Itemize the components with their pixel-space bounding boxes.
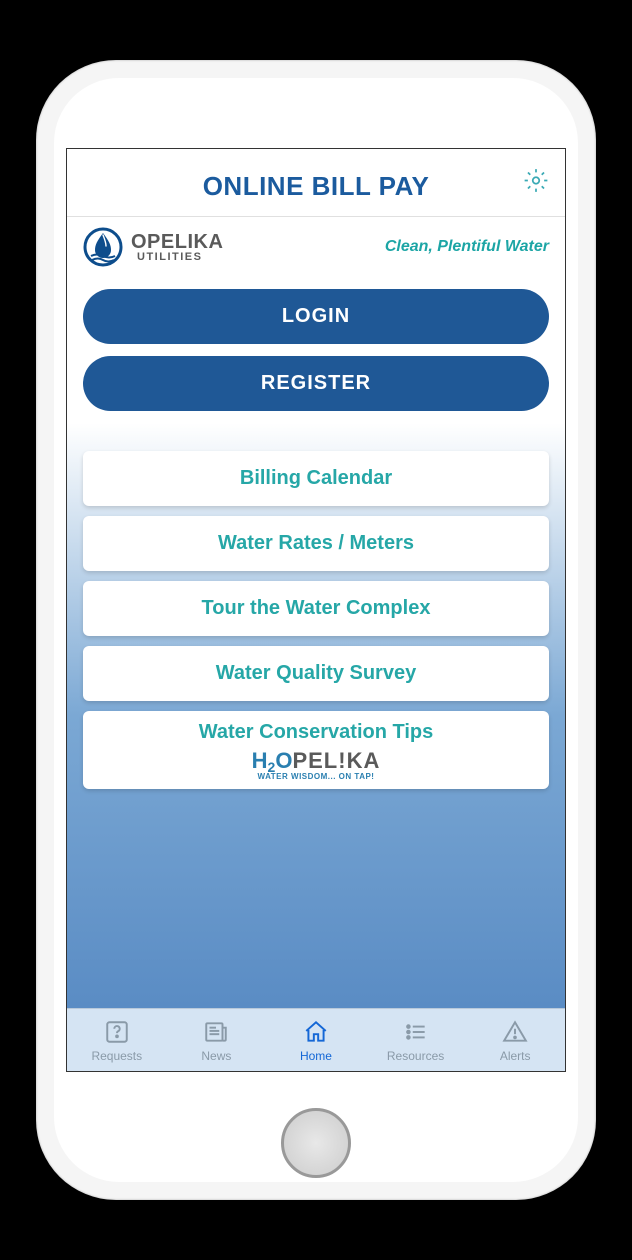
water-drop-icon xyxy=(83,227,123,267)
tab-alerts[interactable]: Alerts xyxy=(465,1009,565,1071)
quick-links: Billing Calendar Water Rates / Meters To… xyxy=(83,451,549,789)
tab-news[interactable]: News xyxy=(167,1009,267,1071)
link-billing-calendar[interactable]: Billing Calendar xyxy=(83,451,549,506)
question-box-icon xyxy=(104,1019,130,1045)
settings-button[interactable] xyxy=(523,167,549,198)
brand-logo: OPELIKA UTILITIES xyxy=(83,227,223,267)
tab-resources[interactable]: Resources xyxy=(366,1009,466,1071)
app-header: ONLINE BILL PAY xyxy=(67,149,565,217)
brand-name: OPELIKA xyxy=(131,232,223,252)
phone-home-button[interactable] xyxy=(281,1108,351,1178)
tab-label: Alerts xyxy=(500,1049,531,1063)
link-tour-complex[interactable]: Tour the Water Complex xyxy=(83,581,549,636)
brand-row: OPELIKA UTILITIES Clean, Plentiful Water xyxy=(67,217,565,277)
link-water-rates[interactable]: Water Rates / Meters xyxy=(83,516,549,571)
gear-icon xyxy=(523,167,549,193)
h2opelika-tagline: WATER WISDOM... ON TAP! xyxy=(99,772,533,781)
app-screen: ONLINE BILL PAY xyxy=(66,148,566,1072)
link-label: Tour the Water Complex xyxy=(99,597,533,620)
page-title: ONLINE BILL PAY xyxy=(203,171,430,202)
newspaper-icon xyxy=(203,1019,229,1045)
alert-triangle-icon xyxy=(502,1019,528,1045)
tab-requests[interactable]: Requests xyxy=(67,1009,167,1071)
phone-bezel: ONLINE BILL PAY xyxy=(54,78,578,1182)
brand-tagline: Clean, Plentiful Water xyxy=(385,238,549,256)
link-label: Water Rates / Meters xyxy=(99,532,533,555)
main-content: LOGIN REGISTER Billing Calendar Water Ra… xyxy=(67,277,565,1008)
tab-label: Requests xyxy=(91,1049,142,1063)
home-icon xyxy=(303,1019,329,1045)
tab-label: News xyxy=(201,1049,231,1063)
list-icon xyxy=(403,1019,429,1045)
brand-text: OPELIKA UTILITIES xyxy=(131,232,223,263)
phone-device-frame: ONLINE BILL PAY xyxy=(36,60,596,1200)
tab-label: Resources xyxy=(387,1049,444,1063)
tab-home[interactable]: Home xyxy=(266,1009,366,1071)
brand-subname: UTILITIES xyxy=(137,252,223,263)
tab-label: Home xyxy=(300,1049,332,1063)
link-label: Water Quality Survey xyxy=(99,662,533,685)
bottom-tab-bar: Requests News xyxy=(67,1008,565,1071)
link-label: Billing Calendar xyxy=(99,467,533,490)
register-button[interactable]: REGISTER xyxy=(83,356,549,411)
link-quality-survey[interactable]: Water Quality Survey xyxy=(83,646,549,701)
link-label: Water Conservation Tips xyxy=(99,721,533,744)
h2opelika-logo: H 2 O PEL!KA xyxy=(99,748,533,774)
link-conservation-tips[interactable]: Water Conservation Tips H 2 O PEL!KA WAT… xyxy=(83,711,549,789)
login-button[interactable]: LOGIN xyxy=(83,289,549,344)
